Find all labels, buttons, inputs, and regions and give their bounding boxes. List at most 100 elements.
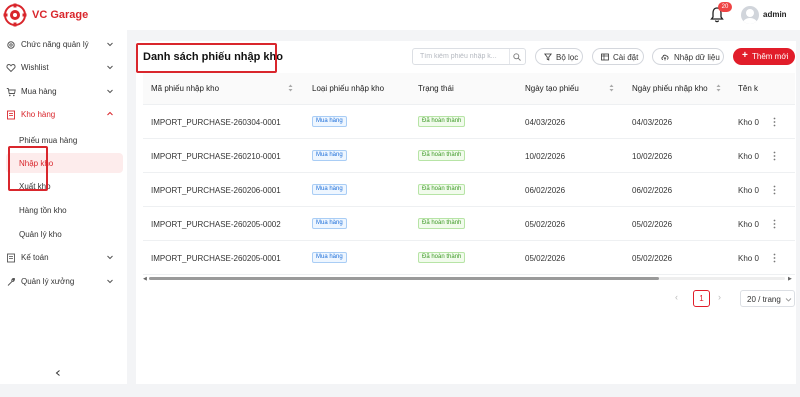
username-label[interactable]: admin bbox=[763, 10, 787, 19]
column-header[interactable]: Ngày tạo phiếu bbox=[525, 84, 579, 93]
table-row[interactable]: IMPORT_PURCHASE-260206-0001 Mua hàng Đã … bbox=[143, 173, 795, 207]
cell-import-date: 06/02/2026 bbox=[632, 186, 673, 195]
chevron-down-icon bbox=[107, 65, 113, 70]
page-size-select[interactable]: 20 / trang bbox=[740, 290, 795, 307]
gear-icon bbox=[7, 41, 15, 49]
search-placeholder: Tìm kiếm phiếu nhập k... bbox=[420, 53, 497, 60]
sidebar-item-label: Wishlist bbox=[21, 63, 49, 72]
settings-label: Cài đặt bbox=[613, 53, 639, 62]
more-actions-icon[interactable] bbox=[773, 117, 776, 127]
heart-icon bbox=[6, 64, 16, 73]
table-row[interactable]: IMPORT_PURCHASE-260304-0001 Mua hàng Đã … bbox=[143, 105, 795, 139]
filter-icon bbox=[544, 53, 552, 61]
table-settings-icon bbox=[601, 53, 609, 61]
column-header[interactable]: Tên k bbox=[738, 84, 758, 93]
sidebar-item-label: Kế toán bbox=[21, 253, 49, 262]
table-header: Mã phiếu nhập kho Loại phiếu nhập kho Tr… bbox=[143, 73, 795, 105]
sidebar-item-management[interactable]: Chức năng quản lý bbox=[0, 35, 124, 55]
search-divider bbox=[509, 49, 510, 64]
table-row[interactable]: IMPORT_PURCHASE-260210-0001 Mua hàng Đã … bbox=[143, 139, 795, 173]
chevron-down-icon bbox=[107, 255, 113, 260]
sidebar-sub-warehouse-management[interactable]: Quản lý kho bbox=[0, 224, 124, 244]
chevron-down-icon bbox=[785, 298, 792, 302]
scroll-thumb[interactable] bbox=[149, 277, 659, 280]
more-actions-icon[interactable] bbox=[773, 219, 776, 229]
garage-logo-icon[interactable] bbox=[3, 3, 27, 27]
sidebar-item-label: Mua hàng bbox=[21, 87, 57, 96]
import-data-button[interactable]: Nhập dữ liệu bbox=[652, 48, 724, 65]
cell-created-date: 10/02/2026 bbox=[525, 152, 566, 161]
table-row[interactable]: IMPORT_PURCHASE-260205-0001 Mua hàng Đã … bbox=[143, 241, 795, 275]
previous-page-icon[interactable]: ‹ bbox=[675, 292, 685, 304]
highlight-box bbox=[8, 146, 48, 191]
column-header[interactable]: Trạng thái bbox=[418, 84, 454, 93]
type-tag: Mua hàng bbox=[312, 184, 347, 195]
top-header: VC Garage 20 admin bbox=[0, 0, 800, 30]
search-input[interactable]: Tìm kiếm phiếu nhập k... bbox=[412, 48, 526, 65]
cell-created-date: 05/02/2026 bbox=[525, 254, 566, 263]
cart-icon bbox=[6, 88, 16, 97]
scroll-right-arrow-icon[interactable]: ▶ bbox=[788, 276, 792, 282]
cloud-upload-icon bbox=[661, 54, 669, 61]
filter-button[interactable]: Bộ lọc bbox=[535, 48, 583, 65]
column-header[interactable]: Loại phiếu nhập kho bbox=[312, 84, 384, 93]
filter-label: Bộ lọc bbox=[556, 53, 579, 62]
type-tag: Mua hàng bbox=[312, 252, 347, 263]
status-badge: Đã hoàn thành bbox=[418, 252, 466, 263]
current-page-button[interactable]: 1 bbox=[693, 290, 710, 307]
settings-button[interactable]: Cài đặt bbox=[592, 48, 644, 65]
status-badge: Đã hoàn thành bbox=[418, 218, 466, 229]
cell-created-date: 04/03/2026 bbox=[525, 118, 566, 127]
type-tag: Mua hàng bbox=[312, 218, 347, 229]
status-badge: Đã hoàn thành bbox=[418, 116, 466, 127]
sidebar-item-warehouse[interactable]: Kho hàng bbox=[0, 105, 124, 125]
cell-created-date: 06/02/2026 bbox=[525, 186, 566, 195]
search-icon[interactable] bbox=[513, 53, 521, 61]
user-avatar[interactable] bbox=[741, 6, 759, 24]
accounting-icon bbox=[7, 253, 15, 263]
type-tag: Mua hàng bbox=[312, 116, 347, 127]
sidebar-item-wishlist[interactable]: Wishlist bbox=[0, 58, 124, 78]
next-page-icon[interactable]: › bbox=[718, 292, 728, 304]
column-header[interactable]: Ngày phiếu nhập kho bbox=[632, 84, 708, 93]
plus-icon: + bbox=[742, 50, 748, 61]
horizontal-scrollbar[interactable]: ◀ ▶ bbox=[143, 276, 793, 282]
sidebar-item-accounting[interactable]: Kế toán bbox=[0, 248, 124, 268]
collapse-sidebar-icon[interactable] bbox=[54, 369, 62, 377]
cell-warehouse-name: Kho 0 bbox=[738, 152, 759, 161]
sidebar-item-purchasing[interactable]: Mua hàng bbox=[0, 82, 124, 102]
sort-icon[interactable] bbox=[609, 83, 614, 93]
sidebar-sub-inventory[interactable]: Hàng tồn kho bbox=[0, 200, 124, 220]
cell-code[interactable]: IMPORT_PURCHASE-260205-0001 bbox=[151, 254, 281, 263]
more-actions-icon[interactable] bbox=[773, 151, 776, 161]
sidebar-item-workshop[interactable]: Quản lý xưởng bbox=[0, 272, 124, 292]
sidebar-sub-label: Quản lý kho bbox=[19, 230, 62, 239]
table-row[interactable]: IMPORT_PURCHASE-260205-0002 Mua hàng Đã … bbox=[143, 207, 795, 241]
import-label: Nhập dữ liệu bbox=[674, 53, 720, 62]
cell-code[interactable]: IMPORT_PURCHASE-260210-0001 bbox=[151, 152, 281, 161]
cell-warehouse-name: Kho 0 bbox=[738, 118, 759, 127]
sort-icon[interactable] bbox=[288, 83, 293, 93]
sort-icon[interactable] bbox=[716, 83, 721, 93]
cell-code[interactable]: IMPORT_PURCHASE-260304-0001 bbox=[151, 118, 281, 127]
cell-code[interactable]: IMPORT_PURCHASE-260206-0001 bbox=[151, 186, 281, 195]
sidebar-item-label: Quản lý xưởng bbox=[21, 277, 75, 286]
sidebar-sub-label: Phiếu mua hàng bbox=[19, 136, 78, 145]
cell-import-date: 05/02/2026 bbox=[632, 220, 673, 229]
add-label: Thêm mới bbox=[752, 52, 789, 61]
scroll-left-arrow-icon[interactable]: ◀ bbox=[143, 276, 147, 282]
column-header[interactable]: Mã phiếu nhập kho bbox=[151, 84, 219, 93]
cell-created-date: 05/02/2026 bbox=[525, 220, 566, 229]
cell-import-date: 05/02/2026 bbox=[632, 254, 673, 263]
more-actions-icon[interactable] bbox=[773, 253, 776, 263]
sidebar: Chức năng quản lý Wishlist Mua hàng Kho … bbox=[0, 30, 127, 384]
type-tag: Mua hàng bbox=[312, 150, 347, 161]
page-size-label: 20 / trang bbox=[747, 295, 781, 304]
cell-code[interactable]: IMPORT_PURCHASE-260205-0002 bbox=[151, 220, 281, 229]
warehouse-icon bbox=[7, 110, 15, 120]
add-new-button[interactable]: + Thêm mới bbox=[733, 48, 795, 65]
stock-in-table: Mã phiếu nhập kho Loại phiếu nhập kho Tr… bbox=[143, 73, 795, 283]
wrench-icon bbox=[7, 278, 15, 286]
more-actions-icon[interactable] bbox=[773, 185, 776, 195]
cell-warehouse-name: Kho 0 bbox=[738, 186, 759, 195]
